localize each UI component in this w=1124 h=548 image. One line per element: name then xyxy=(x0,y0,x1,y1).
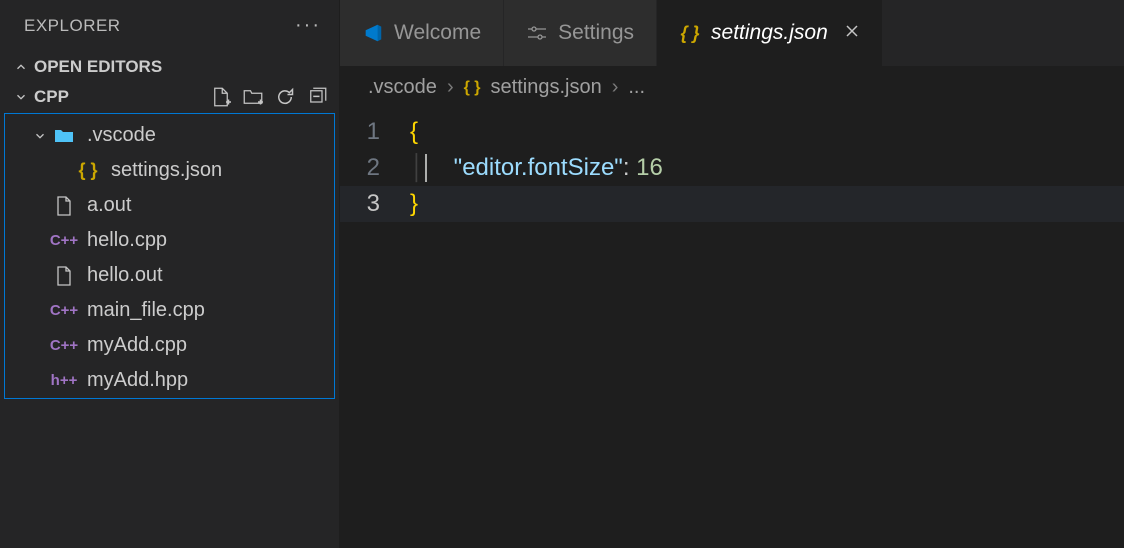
tab-settings-json[interactable]: { } settings.json xyxy=(657,0,883,66)
tree-file-settings-json[interactable]: { } settings.json xyxy=(5,153,334,188)
breadcrumb[interactable]: .vscode › { } settings.json › ... xyxy=(340,66,1124,110)
editor-line[interactable]: 2│ "editor.fontSize": 16 xyxy=(340,150,1124,186)
tab-label: Settings xyxy=(558,21,634,45)
cpp-icon: C++ xyxy=(51,337,77,354)
settings-icon xyxy=(526,23,548,43)
tree-file-mainfile-cpp[interactable]: C++ main_file.cpp xyxy=(5,293,334,328)
tree-item-label: .vscode xyxy=(87,124,156,147)
chevron-right-icon: › xyxy=(447,76,454,99)
tree-file-hello-cpp[interactable]: C++ hello.cpp xyxy=(5,223,334,258)
line-number: 3 xyxy=(340,190,410,218)
tree-file-aout[interactable]: a.out xyxy=(5,188,334,223)
file-tree: .vscode { } settings.json a.out C++ hell… xyxy=(4,113,335,399)
code-content: } xyxy=(410,190,418,218)
workspace-actions xyxy=(211,87,327,107)
tree-item-label: hello.out xyxy=(87,264,163,287)
tree-file-myadd-hpp[interactable]: h++ myAdd.hpp xyxy=(5,363,334,398)
tree-item-label: main_file.cpp xyxy=(87,299,205,322)
tab-welcome[interactable]: Welcome xyxy=(340,0,504,66)
breadcrumb-segment[interactable]: settings.json xyxy=(491,76,602,99)
new-file-icon[interactable] xyxy=(211,87,231,107)
workspace-section[interactable]: CPP xyxy=(0,83,339,111)
tree-item-label: hello.cpp xyxy=(87,229,167,252)
new-folder-icon[interactable] xyxy=(243,87,263,107)
code-content: { xyxy=(410,118,418,146)
chevron-right-icon: › xyxy=(612,76,619,99)
refresh-icon[interactable] xyxy=(275,87,295,107)
tree-item-label: myAdd.hpp xyxy=(87,369,188,392)
code-editor[interactable]: 1{2│ "editor.fontSize": 163} xyxy=(340,110,1124,222)
chevron-right-icon xyxy=(12,58,30,76)
explorer-sidebar: EXPLORER ··· OPEN EDITORS CPP .vscode xyxy=(0,0,340,548)
file-icon xyxy=(51,196,77,216)
editor-line[interactable]: 3} xyxy=(340,186,1124,222)
more-actions-icon[interactable]: ··· xyxy=(295,14,321,37)
tree-item-label: a.out xyxy=(87,194,131,217)
close-icon[interactable] xyxy=(844,21,860,45)
code-content: │ "editor.fontSize": 16 xyxy=(410,154,663,183)
breadcrumb-segment[interactable]: ... xyxy=(628,76,645,99)
json-icon: { } xyxy=(75,160,101,181)
explorer-title: EXPLORER xyxy=(24,16,121,36)
cpp-icon: C++ xyxy=(51,232,77,249)
open-editors-section[interactable]: OPEN EDITORS xyxy=(0,51,339,83)
collapse-all-icon[interactable] xyxy=(307,87,327,107)
tree-folder-vscode[interactable]: .vscode xyxy=(5,118,334,153)
editor-line[interactable]: 1{ xyxy=(340,114,1124,150)
chevron-down-icon xyxy=(33,129,51,143)
tab-label: settings.json xyxy=(711,21,828,45)
explorer-header: EXPLORER ··· xyxy=(0,0,339,51)
tab-bar: Welcome Settings { } settings.json xyxy=(340,0,1124,66)
tab-label: Welcome xyxy=(394,21,481,45)
tree-file-myadd-cpp[interactable]: C++ myAdd.cpp xyxy=(5,328,334,363)
workspace-label: CPP xyxy=(34,87,211,107)
tab-settings[interactable]: Settings xyxy=(504,0,657,66)
json-icon: { } xyxy=(679,23,701,44)
file-icon xyxy=(51,266,77,286)
tree-file-hello-out[interactable]: hello.out xyxy=(5,258,334,293)
line-number: 1 xyxy=(340,118,410,146)
chevron-down-icon xyxy=(12,88,30,106)
json-icon: { } xyxy=(464,79,481,97)
breadcrumb-segment[interactable]: .vscode xyxy=(368,76,437,99)
folder-icon xyxy=(51,128,77,144)
tree-item-label: myAdd.cpp xyxy=(87,334,187,357)
vscode-icon xyxy=(362,22,384,44)
hpp-icon: h++ xyxy=(51,372,77,389)
editor-area: Welcome Settings { } settings.json .vsco… xyxy=(340,0,1124,548)
tree-item-label: settings.json xyxy=(111,159,222,182)
open-editors-label: OPEN EDITORS xyxy=(34,57,162,77)
line-number: 2 xyxy=(340,154,410,182)
cpp-icon: C++ xyxy=(51,302,77,319)
